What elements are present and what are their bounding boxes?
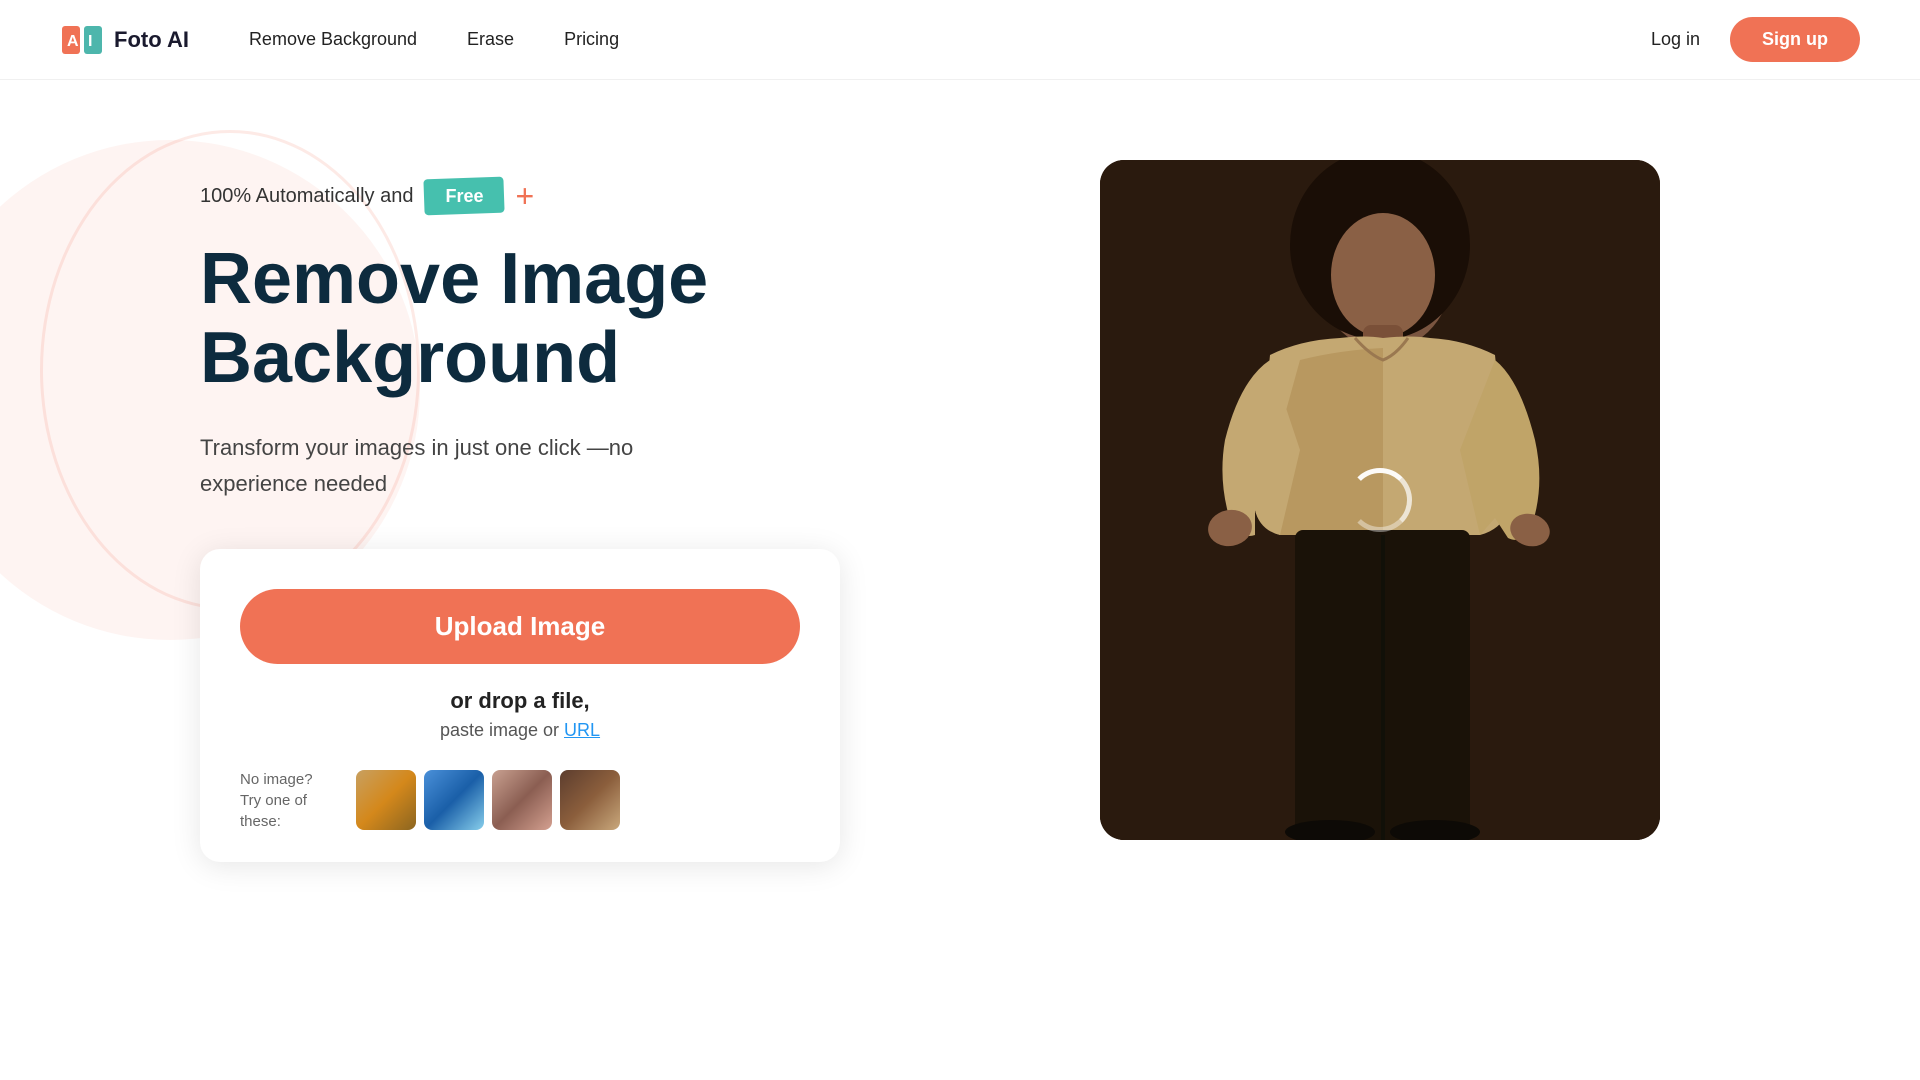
login-button[interactable]: Log in: [1651, 29, 1700, 50]
hero-left: 100% Automatically and Free + Remove Ima…: [200, 140, 900, 862]
sample-thumb-coffee[interactable]: [560, 770, 620, 830]
sample-thumb-couple[interactable]: [492, 770, 552, 830]
logo-area[interactable]: A I Foto AI: [60, 18, 189, 62]
loading-spinner: [1348, 468, 1412, 532]
svg-text:A: A: [67, 33, 79, 50]
try-text: Try one of these:: [240, 792, 307, 830]
upload-card: Upload Image or drop a file, paste image…: [200, 549, 840, 862]
sample-row: No image? Try one of these:: [240, 769, 800, 832]
auto-text: 100% Automatically and: [200, 185, 413, 208]
hero-title-line2: Background: [200, 318, 620, 398]
url-link[interactable]: URL: [564, 720, 600, 740]
paste-label: paste image or: [440, 720, 559, 740]
drop-text: or drop a file,: [240, 688, 800, 714]
no-image-text: No image?: [240, 771, 313, 788]
hero-right: [900, 140, 1860, 840]
badge-row: 100% Automatically and Free +: [200, 180, 900, 212]
sample-thumb-car[interactable]: [424, 770, 484, 830]
nav-erase[interactable]: Erase: [467, 29, 514, 50]
spinner-ring: [1348, 468, 1412, 532]
nav-pricing[interactable]: Pricing: [564, 29, 619, 50]
free-badge-text: Free: [429, 182, 499, 211]
nav-right: Log in Sign up: [1651, 17, 1860, 62]
signup-button[interactable]: Sign up: [1730, 17, 1860, 62]
nav-links: Remove Background Erase Pricing: [249, 29, 1651, 50]
sample-images: [356, 770, 620, 830]
hero-title-line1: Remove Image: [200, 239, 708, 319]
paste-text: paste image or URL: [240, 720, 800, 741]
nav-remove-background[interactable]: Remove Background: [249, 29, 417, 50]
model-image-container: [1100, 160, 1660, 840]
upload-image-button[interactable]: Upload Image: [240, 589, 800, 664]
logo-text: Foto AI: [114, 27, 189, 53]
hero-subtitle: Transform your images in just one click …: [200, 430, 680, 500]
hero-title: Remove Image Background: [200, 240, 900, 398]
sample-label: No image? Try one of these:: [240, 769, 340, 832]
plus-icon: +: [516, 180, 535, 212]
logo-icon: A I: [60, 18, 104, 62]
svg-text:I: I: [88, 33, 92, 50]
hero-section: 100% Automatically and Free + Remove Ima…: [0, 80, 1920, 1040]
sample-thumb-dog[interactable]: [356, 770, 416, 830]
navbar: A I Foto AI Remove Background Erase Pric…: [0, 0, 1920, 80]
free-badge: Free: [429, 182, 499, 211]
